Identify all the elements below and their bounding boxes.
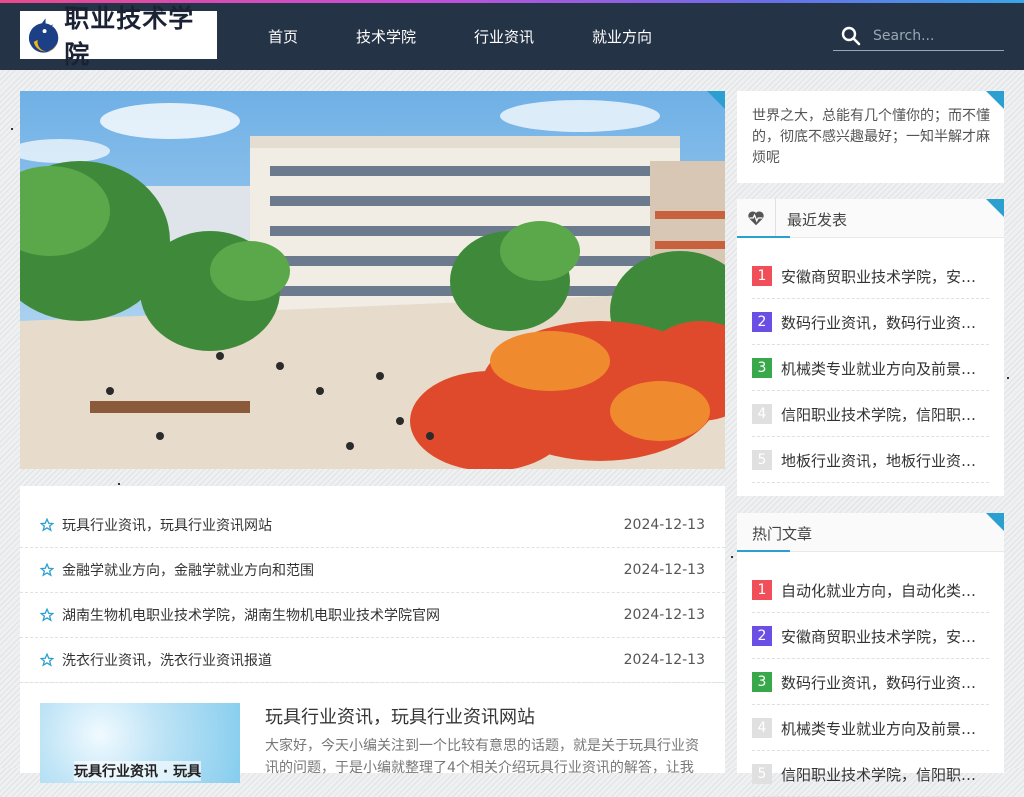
list-item[interactable]: 玩具行业资讯，玩具行业资讯网站 2024-12-13 [20,503,725,548]
list-item[interactable]: 5 地板行业资讯，地板行业资讯报道 [752,437,989,483]
site-header: 职业技术学院 首页 技术学院 行业资讯 就业方向 [0,0,1024,70]
rank-badge: 3 [752,358,772,378]
list-item[interactable]: 2 安徽商贸职业技术学院，安徽商贸职业技术学院官网 [752,613,989,659]
list-item-title[interactable]: 信阳职业技术学院，信阳职业技术学院官网 [781,404,989,425]
sidebar-recent: 最近发表 1 安徽商贸职业技术学院，安徽商贸职业技术学院官网 2 数码行业资讯，数码… [737,199,1004,496]
sidebar-quote: 世界之大，总能有几个懂你的；而不懂的，彻底不感兴趣最好；一知半解才麻烦呢 [737,91,1004,183]
rank-badge: 4 [752,718,772,738]
list-item-title[interactable]: 地板行业资讯，地板行业资讯报道 [781,450,989,471]
list-item-title[interactable]: 数码行业资讯，数码行业资讯网站 [781,312,989,333]
nav-tech-college[interactable]: 技术学院 [356,26,416,47]
star-icon [40,608,54,622]
star-icon [40,653,54,667]
list-item[interactable]: 3 数码行业资讯，数码行业资讯网站 [752,659,989,705]
star-icon [40,518,54,532]
list-item[interactable]: 1 安徽商贸职业技术学院，安徽商贸职业技术学院官网 [752,253,989,299]
quote-text: 世界之大，总能有几个懂你的；而不懂的，彻底不感兴趣最好；一知半解才麻烦呢 [752,108,990,166]
list-item[interactable]: 2 数码行业资讯，数码行业资讯网站 [752,299,989,345]
search-box [833,20,1004,51]
article-title[interactable]: 玩具行业资讯，玩具行业资讯网站 [265,703,535,729]
panel-corner-ribbon [986,513,1004,531]
article-thumbnail[interactable]: 玩具行业资讯 · 玩具 [40,703,240,783]
list-item-title[interactable]: 机械类专业就业方向及前景，机械类专业就业方向 [781,718,989,739]
list-item[interactable]: 3 机械类专业就业方向及前景，机械类专业就业方向 [752,345,989,391]
list-item[interactable]: 4 机械类专业就业方向及前景，机械类专业就业方向 [752,705,989,751]
list-item-title[interactable]: 安徽商贸职业技术学院，安徽商贸职业技术学院官网 [781,626,989,647]
featured-article: 玩具行业资讯 · 玩具 玩具行业资讯，玩具行业资讯网站 大家好，今天小编关注到一… [20,683,725,783]
article-excerpt: 大家好，今天小编关注到一个比较有意思的话题，就是关于玩具行业资讯的问题，于是小编… [265,738,699,776]
list-item-date: 2024-12-13 [623,517,705,533]
panel-corner-ribbon [986,91,1004,109]
sidebar-hot: 热门文章 1 自动化就业方向，自动化类专业就业方向 2 安徽商贸职业技术学院，安徽商… [737,513,1004,797]
list-item[interactable]: 金融学就业方向，金融学就业方向和范围 2024-12-13 [20,548,725,593]
hot-title: 热门文章 [752,525,813,543]
list-item-title[interactable]: 金融学就业方向，金融学就业方向和范围 [62,560,314,580]
rank-badge: 5 [752,764,772,784]
list-item-title[interactable]: 洗衣行业资讯，洗衣行业资讯报道 [62,650,272,670]
list-item-date: 2024-12-13 [623,562,705,578]
list-item[interactable]: 湖南生物机电职业技术学院，湖南生物机电职业技术学院官网 2024-12-13 [20,593,725,638]
thumbnail-caption: 玩具行业资讯 · 玩具 [74,761,202,781]
campus-illustration [20,91,725,469]
main-nav: 首页 技术学院 行业资讯 就业方向 [250,26,692,47]
background-speck [11,128,13,130]
rank-badge: 3 [752,672,772,692]
list-item-title[interactable]: 湖南生物机电职业技术学院，湖南生物机电职业技术学院官网 [62,605,440,625]
heartbeat-icon [737,199,776,237]
list-item[interactable]: 1 自动化就业方向，自动化类专业就业方向 [752,567,989,613]
background-speck [118,483,120,485]
nav-industry-news[interactable]: 行业资讯 [474,26,534,47]
search-input[interactable] [871,24,1003,48]
recent-header: 最近发表 [737,199,1004,238]
list-item-date: 2024-12-13 [623,607,705,623]
list-item-title[interactable]: 信阳职业技术学院，信阳职业技术学院官网 [781,764,989,785]
list-item-title[interactable]: 玩具行业资讯，玩具行业资讯网站 [62,515,272,535]
rank-badge: 1 [752,580,772,600]
banner-corner-ribbon [707,91,725,109]
list-item-title[interactable]: 安徽商贸职业技术学院，安徽商贸职业技术学院官网 [781,266,989,287]
nav-employment[interactable]: 就业方向 [592,26,652,47]
background-speck [1007,377,1009,379]
list-item-date: 2024-12-13 [623,652,705,668]
dragon-logo-icon [28,18,59,53]
list-item-title[interactable]: 自动化就业方向，自动化类专业就业方向 [781,580,989,601]
star-icon [40,563,54,577]
rank-badge: 1 [752,266,772,286]
list-item-title[interactable]: 数码行业资讯，数码行业资讯网站 [781,672,989,693]
rank-badge: 2 [752,312,772,332]
hot-header: 热门文章 [737,513,1004,552]
site-logo[interactable]: 职业技术学院 [20,4,217,69]
nav-home[interactable]: 首页 [268,26,298,47]
rank-badge: 2 [752,626,772,646]
list-item[interactable]: 5 信阳职业技术学院，信阳职业技术学院官网 [752,751,989,797]
rank-badge: 4 [752,404,772,424]
background-speck [731,556,733,558]
list-item[interactable]: 4 信阳职业技术学院，信阳职业技术学院官网 [752,391,989,437]
list-item[interactable]: 洗衣行业资讯，洗衣行业资讯报道 2024-12-13 [20,638,725,683]
rank-badge: 5 [752,450,772,470]
logo-text: 职业技术学院 [64,4,195,69]
header-underline [737,236,790,238]
list-item-title[interactable]: 机械类专业就业方向及前景，机械类专业就业方向 [781,358,989,379]
post-list: 玩具行业资讯，玩具行业资讯网站 2024-12-13 金融学就业方向，金融学就业… [20,486,725,683]
hero-banner[interactable] [20,91,725,469]
header-underline [737,550,790,552]
recent-title: 最近发表 [787,211,848,229]
panel-corner-ribbon [986,199,1004,217]
search-icon[interactable] [841,26,861,46]
